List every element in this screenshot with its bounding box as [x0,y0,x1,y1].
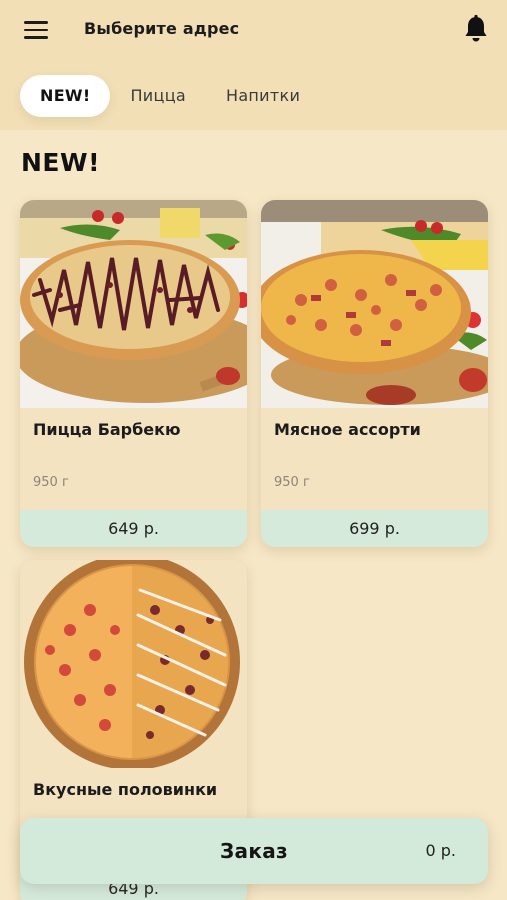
tab-new[interactable]: NEW! [20,75,111,117]
product-card[interactable]: Мясное ассорти 950 г 699 р. [261,200,488,547]
price-button[interactable]: 649 р. [20,510,247,547]
order-button[interactable]: Заказ 0 р. [20,818,488,884]
product-name: Пицца Барбекю [33,420,181,439]
app-header: Выберите адрес NEW! Пицца Напитки [0,0,507,130]
product-name: Мясное ассорти [274,420,421,439]
category-tabs: NEW! Пицца Напитки [20,75,320,117]
product-card[interactable]: Пицца Барбекю 950 г 649 р. [20,200,247,547]
tab-pizza[interactable]: Пицца [110,75,206,117]
price-button[interactable]: 699 р. [261,510,488,547]
bell-icon[interactable] [462,14,490,44]
product-weight: 950 г [33,475,69,490]
tab-drinks[interactable]: Напитки [206,75,320,117]
section-title: NEW! [21,148,100,177]
product-image [20,200,247,408]
address-selector[interactable]: Выберите адрес [84,19,239,38]
order-total: 0 р. [425,841,456,860]
product-image [20,560,247,768]
order-label: Заказ [220,839,288,863]
product-image [261,200,488,408]
product-name: Вкусные половинки [33,780,218,799]
product-weight: 950 г [274,475,310,490]
hamburger-menu-icon[interactable] [24,21,50,39]
